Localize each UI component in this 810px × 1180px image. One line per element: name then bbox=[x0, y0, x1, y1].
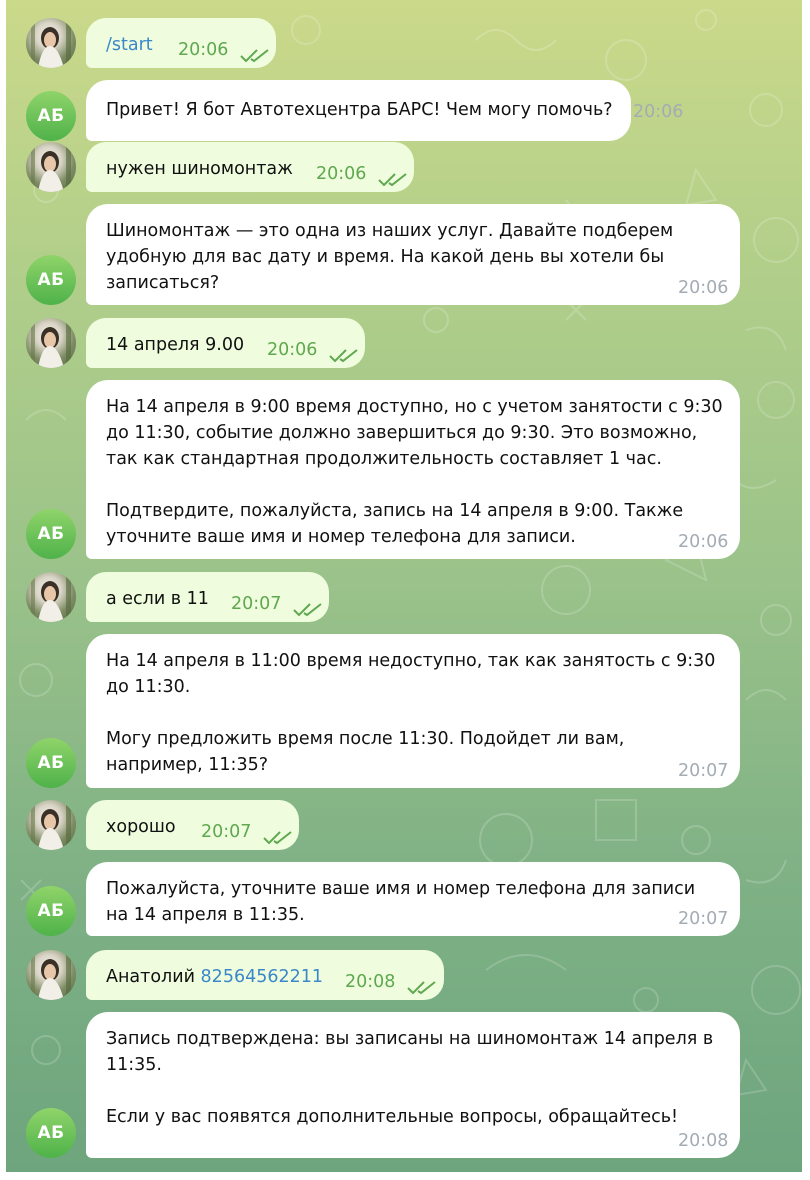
read-checkmarks-icon bbox=[407, 977, 437, 995]
bot-avatar[interactable]: АБ bbox=[26, 738, 76, 788]
message-time: 20:06 bbox=[633, 102, 684, 122]
message-bubble[interactable]: Привет! Я бот Автотехцентра БАРС! Чем мо… bbox=[86, 80, 683, 141]
user-avatar[interactable] bbox=[26, 572, 76, 622]
user-avatar[interactable] bbox=[26, 142, 76, 192]
bot-avatar[interactable]: АБ bbox=[26, 509, 76, 559]
bot-avatar[interactable]: АБ bbox=[26, 886, 76, 936]
message-text: На 14 апреля в 9:00 время доступно, но с… bbox=[106, 397, 723, 547]
message-time: 20:08 bbox=[345, 972, 396, 992]
read-checkmarks-icon bbox=[378, 169, 408, 187]
message-bubble[interactable]: На 14 апреля в 9:00 время доступно, но с… bbox=[86, 380, 740, 559]
user-avatar[interactable] bbox=[26, 800, 76, 850]
read-checkmarks-icon bbox=[263, 827, 293, 845]
message-bubble[interactable]: Анатолий 82564562211 20:08 bbox=[86, 950, 444, 1000]
phone-number-link[interactable]: 82564562211 bbox=[201, 967, 323, 987]
read-checkmarks-icon bbox=[329, 345, 359, 363]
message-time: 20:08 bbox=[678, 1131, 729, 1151]
read-checkmarks-icon bbox=[240, 45, 270, 63]
message-bubble[interactable]: /start 20:06 bbox=[86, 18, 276, 68]
message-text: Пожалуйста, уточните ваше имя и номер те… bbox=[106, 879, 696, 925]
message-bubble[interactable]: Шиномонтаж — это одна из наших услуг. Да… bbox=[86, 204, 740, 305]
bot-avatar[interactable]: АБ bbox=[26, 91, 76, 141]
message-bubble[interactable]: нужен шиномонтаж 20:06 bbox=[86, 142, 414, 192]
message-time: 20:07 bbox=[678, 761, 729, 781]
message-text: На 14 апреля в 11:00 время недоступно, т… bbox=[106, 651, 716, 775]
message-bubble[interactable]: На 14 апреля в 11:00 время недоступно, т… bbox=[86, 634, 740, 788]
bot-avatar[interactable]: АБ bbox=[26, 255, 76, 305]
message-time: 20:06 bbox=[178, 40, 229, 60]
message-bubble[interactable]: Запись подтверждена: вы записаны на шино… bbox=[86, 1012, 740, 1158]
message-time: 20:07 bbox=[201, 822, 252, 842]
user-avatar[interactable] bbox=[26, 18, 76, 68]
read-checkmarks-icon bbox=[293, 599, 323, 617]
user-avatar[interactable] bbox=[26, 318, 76, 368]
message-bubble[interactable]: а если в 11 20:07 bbox=[86, 572, 329, 622]
user-avatar[interactable] bbox=[26, 950, 76, 1000]
message-time: 20:06 bbox=[316, 164, 367, 184]
message-bubble[interactable]: хорошо 20:07 bbox=[86, 800, 299, 850]
message-time: 20:07 bbox=[678, 909, 729, 929]
message-bubble[interactable]: Пожалуйста, уточните ваше имя и номер те… bbox=[86, 862, 740, 936]
message-text: Шиномонтаж — это одна из наших услуг. Да… bbox=[106, 221, 674, 293]
message-time: 20:06 bbox=[267, 340, 318, 360]
bot-command-link[interactable]: /start bbox=[106, 35, 153, 55]
message-text: Привет! Я бот Автотехцентра БАРС! Чем мо… bbox=[106, 100, 613, 120]
message-bubble[interactable]: 14 апреля 9.00 20:06 bbox=[86, 318, 365, 368]
message-time: 20:07 bbox=[231, 594, 282, 614]
message-time: 20:06 bbox=[678, 278, 729, 298]
bot-avatar[interactable]: АБ bbox=[26, 1108, 76, 1158]
message-text: 14 апреля 9.00 bbox=[106, 335, 245, 355]
message-text: Запись подтверждена: вы записаны на шино… bbox=[106, 1029, 714, 1127]
chat-area: /start 20:06 АБ Привет! Я бот Автотехцентра… bbox=[6, 0, 802, 1172]
message-time: 20:06 bbox=[678, 532, 729, 552]
message-text: нужен шиномонтаж bbox=[106, 159, 293, 179]
